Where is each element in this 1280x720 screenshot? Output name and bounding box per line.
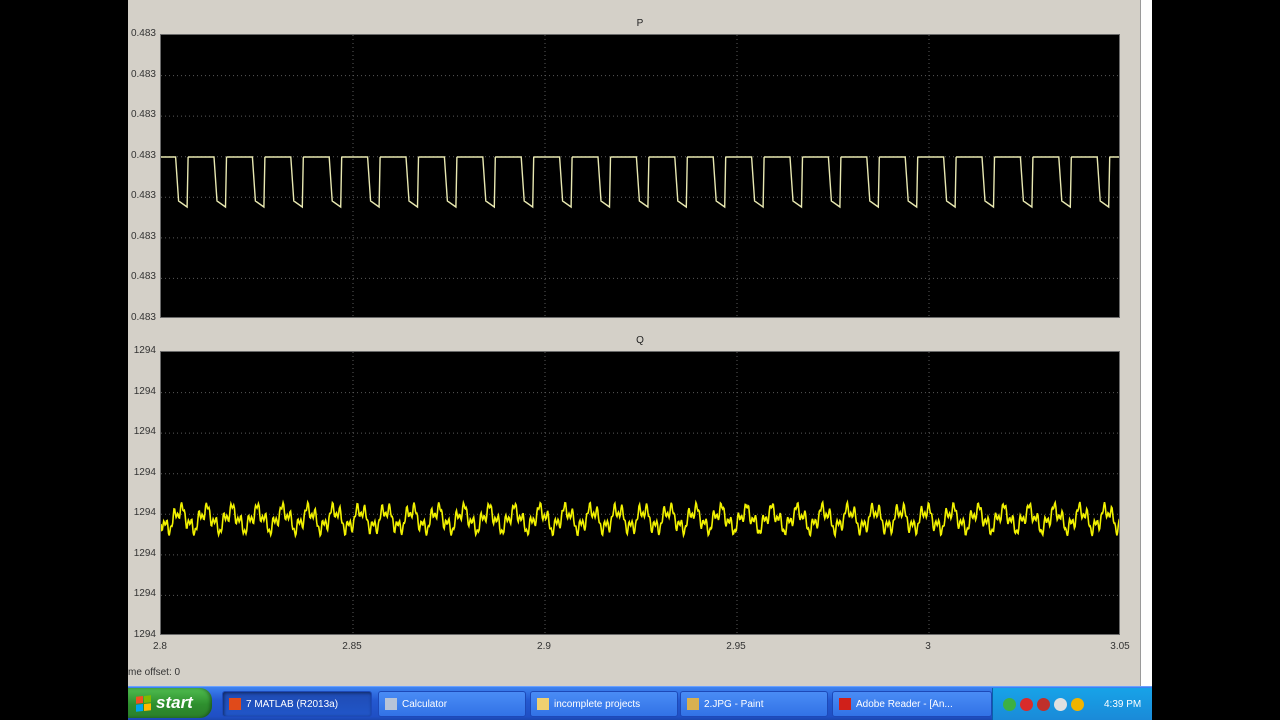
y-tick-label: 0.483 [130, 271, 156, 283]
y-tick-label: 1294 [133, 547, 156, 559]
taskbar-item[interactable]: 7 MATLAB (R2013a) [222, 691, 372, 717]
taskbar-item-label: Calculator [402, 698, 448, 710]
desktop-screen: P 0.483 0.483 0.483 0.483 0.483 0.483 0.483 0.48… [128, 0, 1152, 720]
plot-axes-p [149, 34, 1149, 319]
signal-trace-p [149, 156, 1149, 209]
y-tick-label: 1294 [133, 385, 156, 397]
time-offset-status: me offset: 0 [128, 667, 181, 678]
update-icon[interactable] [1071, 697, 1084, 711]
start-label: start [156, 693, 193, 712]
x-tick-label: 2.8 [153, 641, 167, 652]
y-tick-label: 1294 [133, 426, 156, 438]
plot-title-p: P [636, 18, 644, 29]
plot-canvas [149, 35, 1149, 319]
shield-icon[interactable] [1037, 697, 1050, 711]
folder-icon [537, 698, 549, 710]
y-tick-label: 1294 [133, 466, 156, 478]
x-tick-label: 2.95 [726, 641, 746, 652]
taskbar-item[interactable]: 2.JPG - Paint [680, 691, 828, 717]
system-tray: 4:39 PM [992, 688, 1152, 720]
start-button[interactable]: start [128, 688, 212, 718]
taskbar-item[interactable]: incomplete projects [530, 691, 678, 717]
y-tick-label: 1294 [133, 345, 156, 356]
y-tick-label: 1294 [133, 629, 156, 640]
taskbar-item-label: 2.JPG - Paint [704, 698, 764, 710]
adobe-icon [839, 698, 851, 710]
calculator-icon [385, 698, 397, 710]
taskbar: start 7 MATLAB (R2013a) Calculator incompl… [128, 686, 1152, 720]
y-tick-label: 0.483 [130, 28, 156, 39]
x-tick-label: 2.9 [537, 641, 551, 652]
taskbar-item-label: 7 MATLAB (R2013a) [246, 698, 339, 710]
y-tick-label: 0.483 [130, 190, 156, 202]
scope-window: P 0.483 0.483 0.483 0.483 0.483 0.483 0.483 0.48… [128, 0, 1152, 686]
window-border [1140, 0, 1152, 686]
plot-axes-q [160, 351, 1122, 636]
volume-icon[interactable] [1054, 697, 1067, 711]
taskbar-item[interactable]: Calculator [378, 691, 526, 717]
y-tick-label: 0.483 [130, 149, 156, 161]
taskbar-item-label: Adobe Reader - [An... [856, 698, 953, 710]
antivirus-icon[interactable] [1020, 697, 1033, 711]
y-tick-label: 0.483 [130, 109, 156, 121]
x-tick-label: 3 [925, 641, 931, 652]
taskbar-item-label: incomplete projects [554, 698, 641, 710]
windows-logo-icon [136, 694, 151, 712]
signal-trace-q [160, 499, 1122, 539]
taskbar-item[interactable]: Adobe Reader - [An... [832, 691, 992, 717]
clock: 4:39 PM [1104, 698, 1142, 710]
y-tick-label: 0.483 [130, 68, 156, 80]
paint-icon [687, 698, 699, 710]
y-tick-label: 0.483 [130, 230, 156, 242]
network-icon[interactable] [1003, 697, 1016, 711]
y-tick-label: 1294 [133, 507, 156, 519]
plot-canvas [160, 352, 1122, 636]
x-tick-label: 2.85 [342, 641, 362, 652]
y-tick-label: 1294 [133, 588, 156, 600]
plot-title-q: Q [636, 335, 644, 346]
y-tick-label: 0.483 [130, 312, 156, 323]
x-tick-label: 3.05 [1110, 641, 1130, 652]
matlab-icon [229, 698, 241, 710]
